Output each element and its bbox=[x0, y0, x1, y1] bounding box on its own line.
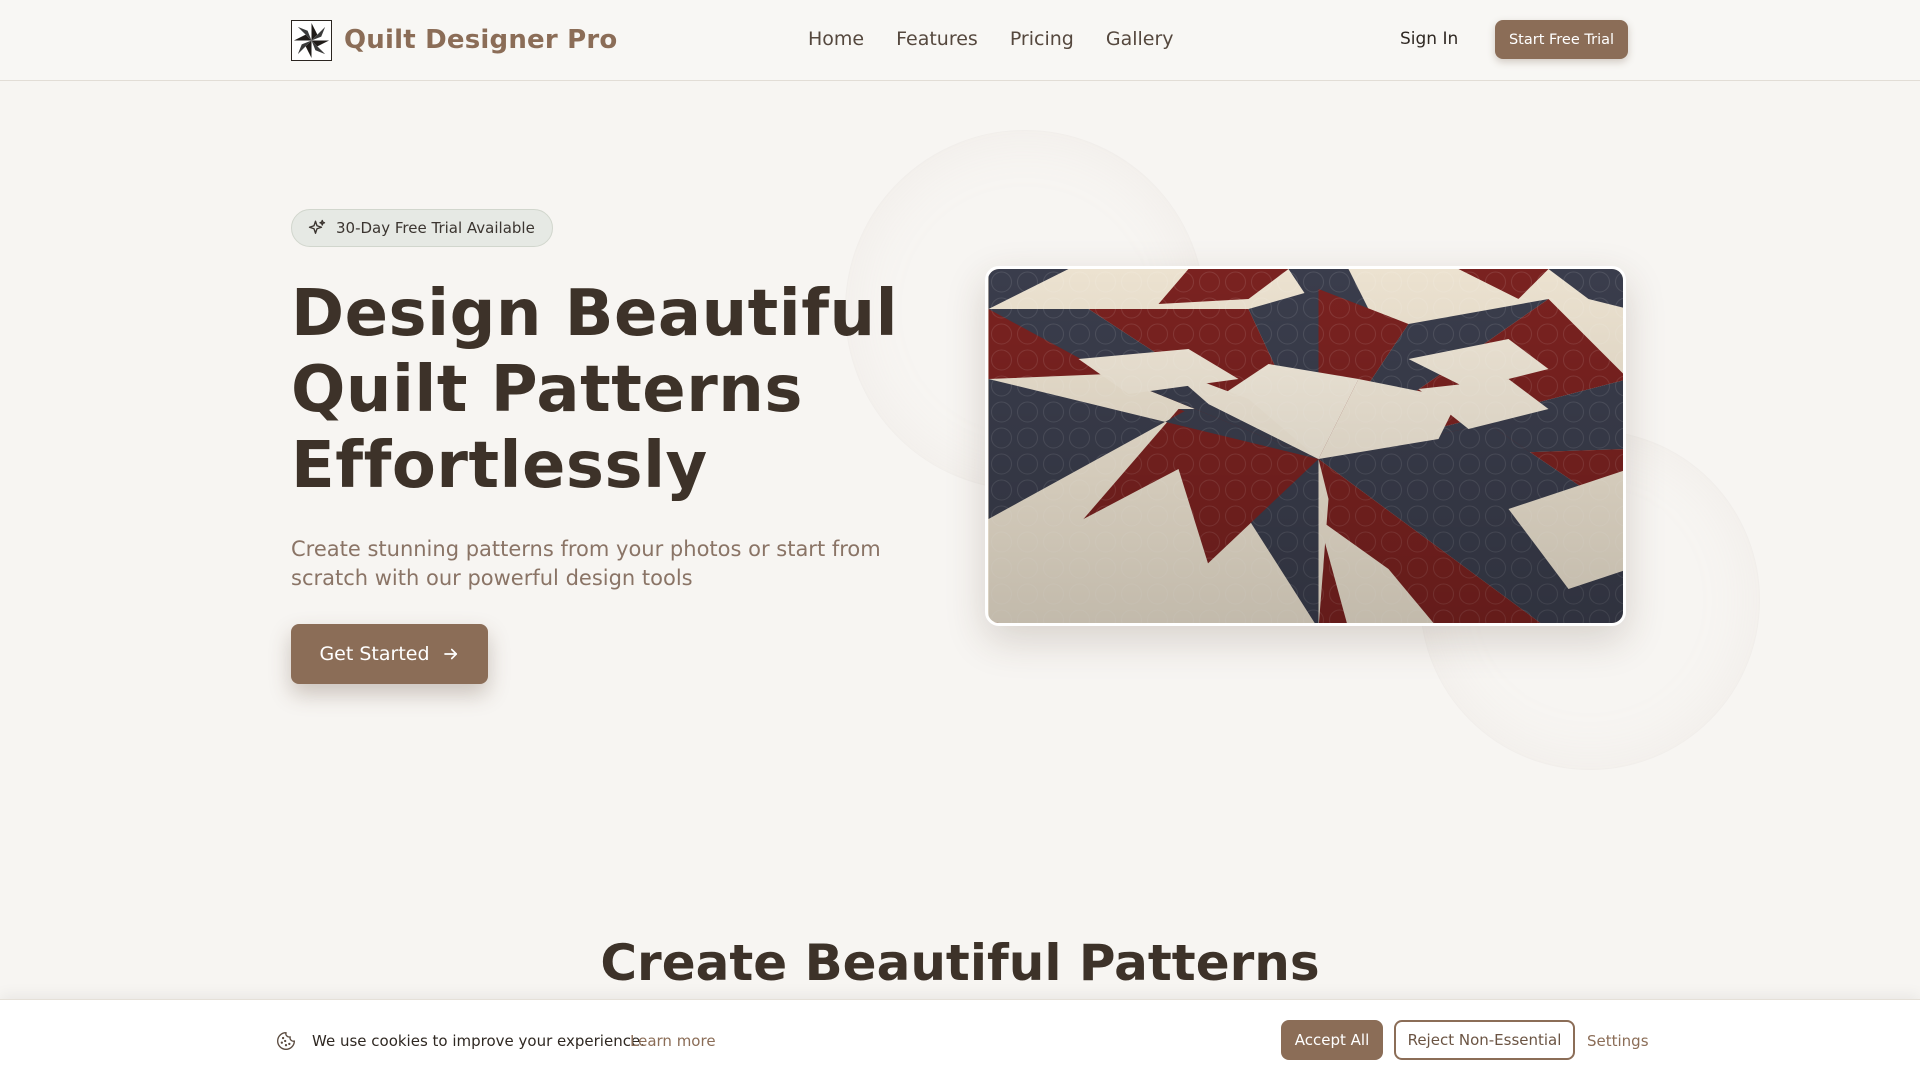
quilt-illustration bbox=[988, 269, 1623, 623]
get-started-label: Get Started bbox=[319, 643, 430, 665]
nav-link-home[interactable]: Home bbox=[808, 26, 864, 52]
cookie-learn-more-link[interactable]: Learn more bbox=[630, 1030, 716, 1052]
nav-link-features[interactable]: Features bbox=[896, 26, 978, 52]
nav-link-pricing[interactable]: Pricing bbox=[1010, 26, 1074, 52]
hero-title-line: Effortlessly bbox=[291, 429, 708, 503]
main-nav: Home Features Pricing Gallery bbox=[808, 26, 1206, 52]
site-header: Quilt Designer Pro Home Features Pricing… bbox=[0, 0, 1920, 81]
brand-name: Quilt Designer Pro bbox=[344, 25, 618, 55]
hero-title: Design Beautiful Quilt Patterns Effortle… bbox=[291, 276, 931, 504]
get-started-button[interactable]: Get Started bbox=[291, 624, 488, 684]
badge-text: 30-Day Free Trial Available bbox=[336, 219, 535, 237]
cookie-icon bbox=[277, 1032, 295, 1050]
hero-title-line: Quilt Patterns bbox=[291, 353, 803, 427]
sparkle-icon bbox=[308, 219, 326, 234]
quilt-star-icon bbox=[291, 19, 332, 61]
hero-subtitle: Create stunning patterns from your photo… bbox=[291, 537, 881, 590]
sign-in-link[interactable]: Sign In bbox=[1400, 27, 1458, 51]
brand-link[interactable]: Quilt Designer Pro bbox=[291, 19, 618, 61]
cookie-message: We use cookies to improve your experienc… bbox=[312, 1032, 645, 1050]
free-trial-badge: 30-Day Free Trial Available bbox=[291, 209, 553, 247]
start-free-trial-button[interactable]: Start Free Trial bbox=[1495, 20, 1628, 59]
cookie-settings-link[interactable]: Settings bbox=[1587, 1030, 1649, 1052]
nav-link-gallery[interactable]: Gallery bbox=[1106, 26, 1174, 52]
cookie-banner: We use cookies to improve your experienc… bbox=[0, 999, 1920, 1080]
star-quilt-photo bbox=[985, 266, 1626, 626]
hero-title-line: Design Beautiful bbox=[291, 277, 899, 351]
accept-all-button[interactable]: Accept All bbox=[1281, 1020, 1383, 1060]
reject-non-essential-button[interactable]: Reject Non-Essential bbox=[1394, 1020, 1575, 1060]
section-title: Create Beautiful Patterns bbox=[600, 934, 1320, 992]
arrow-right-icon bbox=[443, 648, 457, 660]
